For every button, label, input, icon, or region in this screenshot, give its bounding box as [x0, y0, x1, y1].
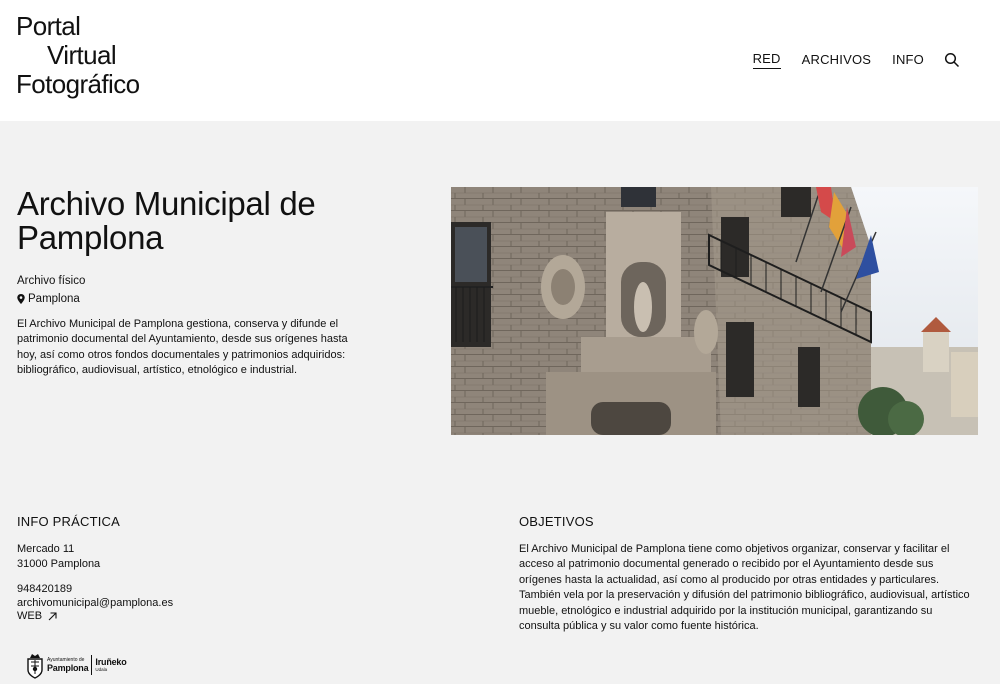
address-street: Mercado 11: [17, 543, 75, 555]
web-link-label: WEB: [17, 610, 43, 623]
nav-archivos[interactable]: ARCHIVOS: [802, 51, 872, 69]
phone-number[interactable]: 948420189: [17, 582, 173, 597]
main-nav: RED ARCHIVOS INFO: [752, 50, 960, 69]
location-pin-icon: [17, 294, 25, 304]
logo-text-irunoko: Iruñeko: [95, 657, 127, 667]
pamplona-city-logo[interactable]: Ayuntamiento de Pamplona Iruñeko Udala: [26, 651, 127, 679]
objectives-text: El Archivo Municipal de Pamplona tiene c…: [519, 543, 970, 633]
search-icon[interactable]: [944, 52, 960, 68]
info-section-title: INFO PRÁCTICA: [17, 514, 120, 529]
archive-building-photo: [451, 187, 978, 435]
archive-description: El Archivo Municipal de Pamplona gestion…: [17, 318, 348, 377]
site-header: Portal Virtual Fotográfico RED ARCHIVOS …: [0, 0, 1000, 121]
logo-text-udala: Udala: [95, 667, 108, 672]
site-logo[interactable]: Portal Virtual Fotográfico: [16, 11, 140, 99]
pamplona-coat-of-arms-icon: [27, 653, 43, 679]
page-title: Archivo Municipal de Pamplona: [17, 185, 316, 256]
location: Pamplona: [17, 293, 80, 305]
building-facade-image: [451, 187, 978, 435]
address-city: 31000 Pamplona: [17, 558, 101, 571]
archive-type: Archivo físico: [17, 275, 86, 287]
arrow-up-right-icon: [48, 612, 57, 621]
web-link[interactable]: WEB: [17, 608, 173, 624]
nav-red[interactable]: RED: [752, 50, 781, 69]
objectives-section-title: OBJETIVOS: [519, 514, 594, 529]
logo-text-pamplona: Pamplona: [47, 663, 89, 673]
logo-line-1: Portal: [16, 11, 81, 41]
nav-info[interactable]: INFO: [892, 51, 924, 69]
logo-line-3: Fotográfico: [16, 69, 140, 99]
logo-line-2: Virtual: [47, 40, 117, 70]
info-section: Mercado 11 31000 Pamplona 948420189 arch…: [17, 542, 173, 624]
location-label: Pamplona: [28, 293, 80, 305]
